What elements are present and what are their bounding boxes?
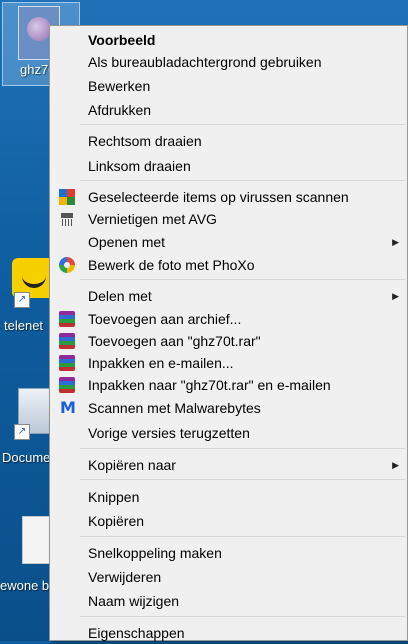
phoxo-icon xyxy=(59,257,75,273)
menu-item-label: Verwijderen xyxy=(88,569,162,585)
shortcut-arrow-icon: ↗ xyxy=(14,424,30,440)
menu-item-label: Rechtsom draaien xyxy=(88,133,202,149)
menu-item-open-with[interactable]: Openen met ▶ xyxy=(50,231,407,253)
menu-item-virus-scan[interactable]: Geselecteerde items op virussen scannen xyxy=(50,186,407,208)
menu-item-label: Afdrukken xyxy=(88,102,152,118)
menu-item-set-as-background[interactable]: Als bureaubladachtergrond gebruiken xyxy=(50,51,407,73)
menu-separator xyxy=(80,279,405,280)
menu-item-label: Als bureaubladachtergrond gebruiken xyxy=(88,54,322,70)
menu-item-label: Openen met xyxy=(88,234,166,250)
menu-item-label: Voorbeeld xyxy=(88,32,156,48)
shortcut-arrow-icon: ↗ xyxy=(14,292,30,308)
menu-separator xyxy=(80,124,405,125)
desktop-icon-label-documents[interactable]: Docume xyxy=(2,450,50,465)
winrar-icon xyxy=(59,355,75,371)
menu-item-label: Inpakken naar "ghz70t.rar" en e-mailen xyxy=(88,377,331,393)
menu-item-restore-previous-versions[interactable]: Vorige versies terugzetten xyxy=(50,422,407,444)
menu-item-phoxo[interactable]: Bewerk de foto met PhoXo xyxy=(50,254,407,276)
winrar-icon xyxy=(59,377,75,393)
desktop-icon-label-file[interactable]: ewone b xyxy=(0,578,49,593)
submenu-arrow-icon: ▶ xyxy=(392,460,399,470)
menu-item-label: Kopiëren xyxy=(88,513,145,529)
menu-item-cut[interactable]: Knippen xyxy=(50,486,407,508)
menu-item-label: Inpakken en e-mailen... xyxy=(88,355,234,371)
context-menu: Voorbeeld Als bureaubladachtergrond gebr… xyxy=(49,25,408,641)
winrar-icon xyxy=(59,311,75,327)
menu-item-label: Kopiëren naar xyxy=(88,457,176,473)
menu-item-create-shortcut[interactable]: Snelkoppeling maken xyxy=(50,542,407,564)
menu-item-avg-shred[interactable]: Vernietigen met AVG xyxy=(50,208,407,230)
menu-item-label: Delen met xyxy=(88,288,152,304)
menu-item-label: Snelkoppeling maken xyxy=(88,545,222,561)
menu-item-compress-email[interactable]: Inpakken en e-mailen... xyxy=(50,352,407,374)
menu-item-print[interactable]: Afdrukken xyxy=(50,99,407,121)
menu-item-copy[interactable]: Kopiëren xyxy=(50,510,407,532)
menu-item-label: Bewerken xyxy=(88,78,151,94)
submenu-arrow-icon: ▶ xyxy=(392,237,399,247)
menu-item-rename[interactable]: Naam wijzigen xyxy=(50,590,407,612)
menu-item-rotate-left[interactable]: Linksom draaien xyxy=(50,155,407,177)
desktop-icon-label-telenet[interactable]: telenet xyxy=(4,318,43,333)
menu-separator xyxy=(80,536,405,537)
menu-item-label: Vorige versies terugzetten xyxy=(88,425,250,441)
menu-separator xyxy=(80,180,405,181)
menu-item-label: Vernietigen met AVG xyxy=(88,211,217,227)
menu-item-edit[interactable]: Bewerken xyxy=(50,75,407,97)
menu-item-malwarebytes[interactable]: Scannen met Malwarebytes xyxy=(50,397,407,419)
menu-item-rotate-right[interactable]: Rechtsom draaien xyxy=(50,130,407,152)
menu-item-label: Naam wijzigen xyxy=(88,593,180,609)
menu-item-delete[interactable]: Verwijderen xyxy=(50,566,407,588)
menu-separator xyxy=(80,448,405,449)
menu-item-preview[interactable]: Voorbeeld xyxy=(50,29,407,51)
menu-item-label: Bewerk de foto met PhoXo xyxy=(88,257,255,273)
menu-item-send-to[interactable]: Kopiëren naar ▶ xyxy=(50,454,407,476)
menu-separator xyxy=(80,479,405,480)
shredder-icon xyxy=(59,211,75,227)
malwarebytes-icon xyxy=(59,397,76,419)
menu-item-add-to-rar[interactable]: Toevoegen aan "ghz70t.rar" xyxy=(50,330,407,352)
virus-scan-icon xyxy=(59,189,75,205)
menu-item-label: Knippen xyxy=(88,489,140,505)
menu-item-share-with[interactable]: Delen met ▶ xyxy=(50,285,407,307)
menu-item-add-to-archive[interactable]: Toevoegen aan archief... xyxy=(50,308,407,330)
menu-item-label: Toevoegen aan archief... xyxy=(88,311,242,327)
menu-separator xyxy=(80,616,405,617)
menu-item-label: Toevoegen aan "ghz70t.rar" xyxy=(88,333,261,349)
menu-item-label: Linksom draaien xyxy=(88,158,191,174)
winrar-icon xyxy=(59,333,75,349)
menu-item-label: Geselecteerde items op virussen scannen xyxy=(88,189,349,205)
menu-item-label: Scannen met Malwarebytes xyxy=(88,400,261,416)
menu-item-compress-to-rar-email[interactable]: Inpakken naar "ghz70t.rar" en e-mailen xyxy=(50,374,407,396)
submenu-arrow-icon: ▶ xyxy=(392,291,399,301)
